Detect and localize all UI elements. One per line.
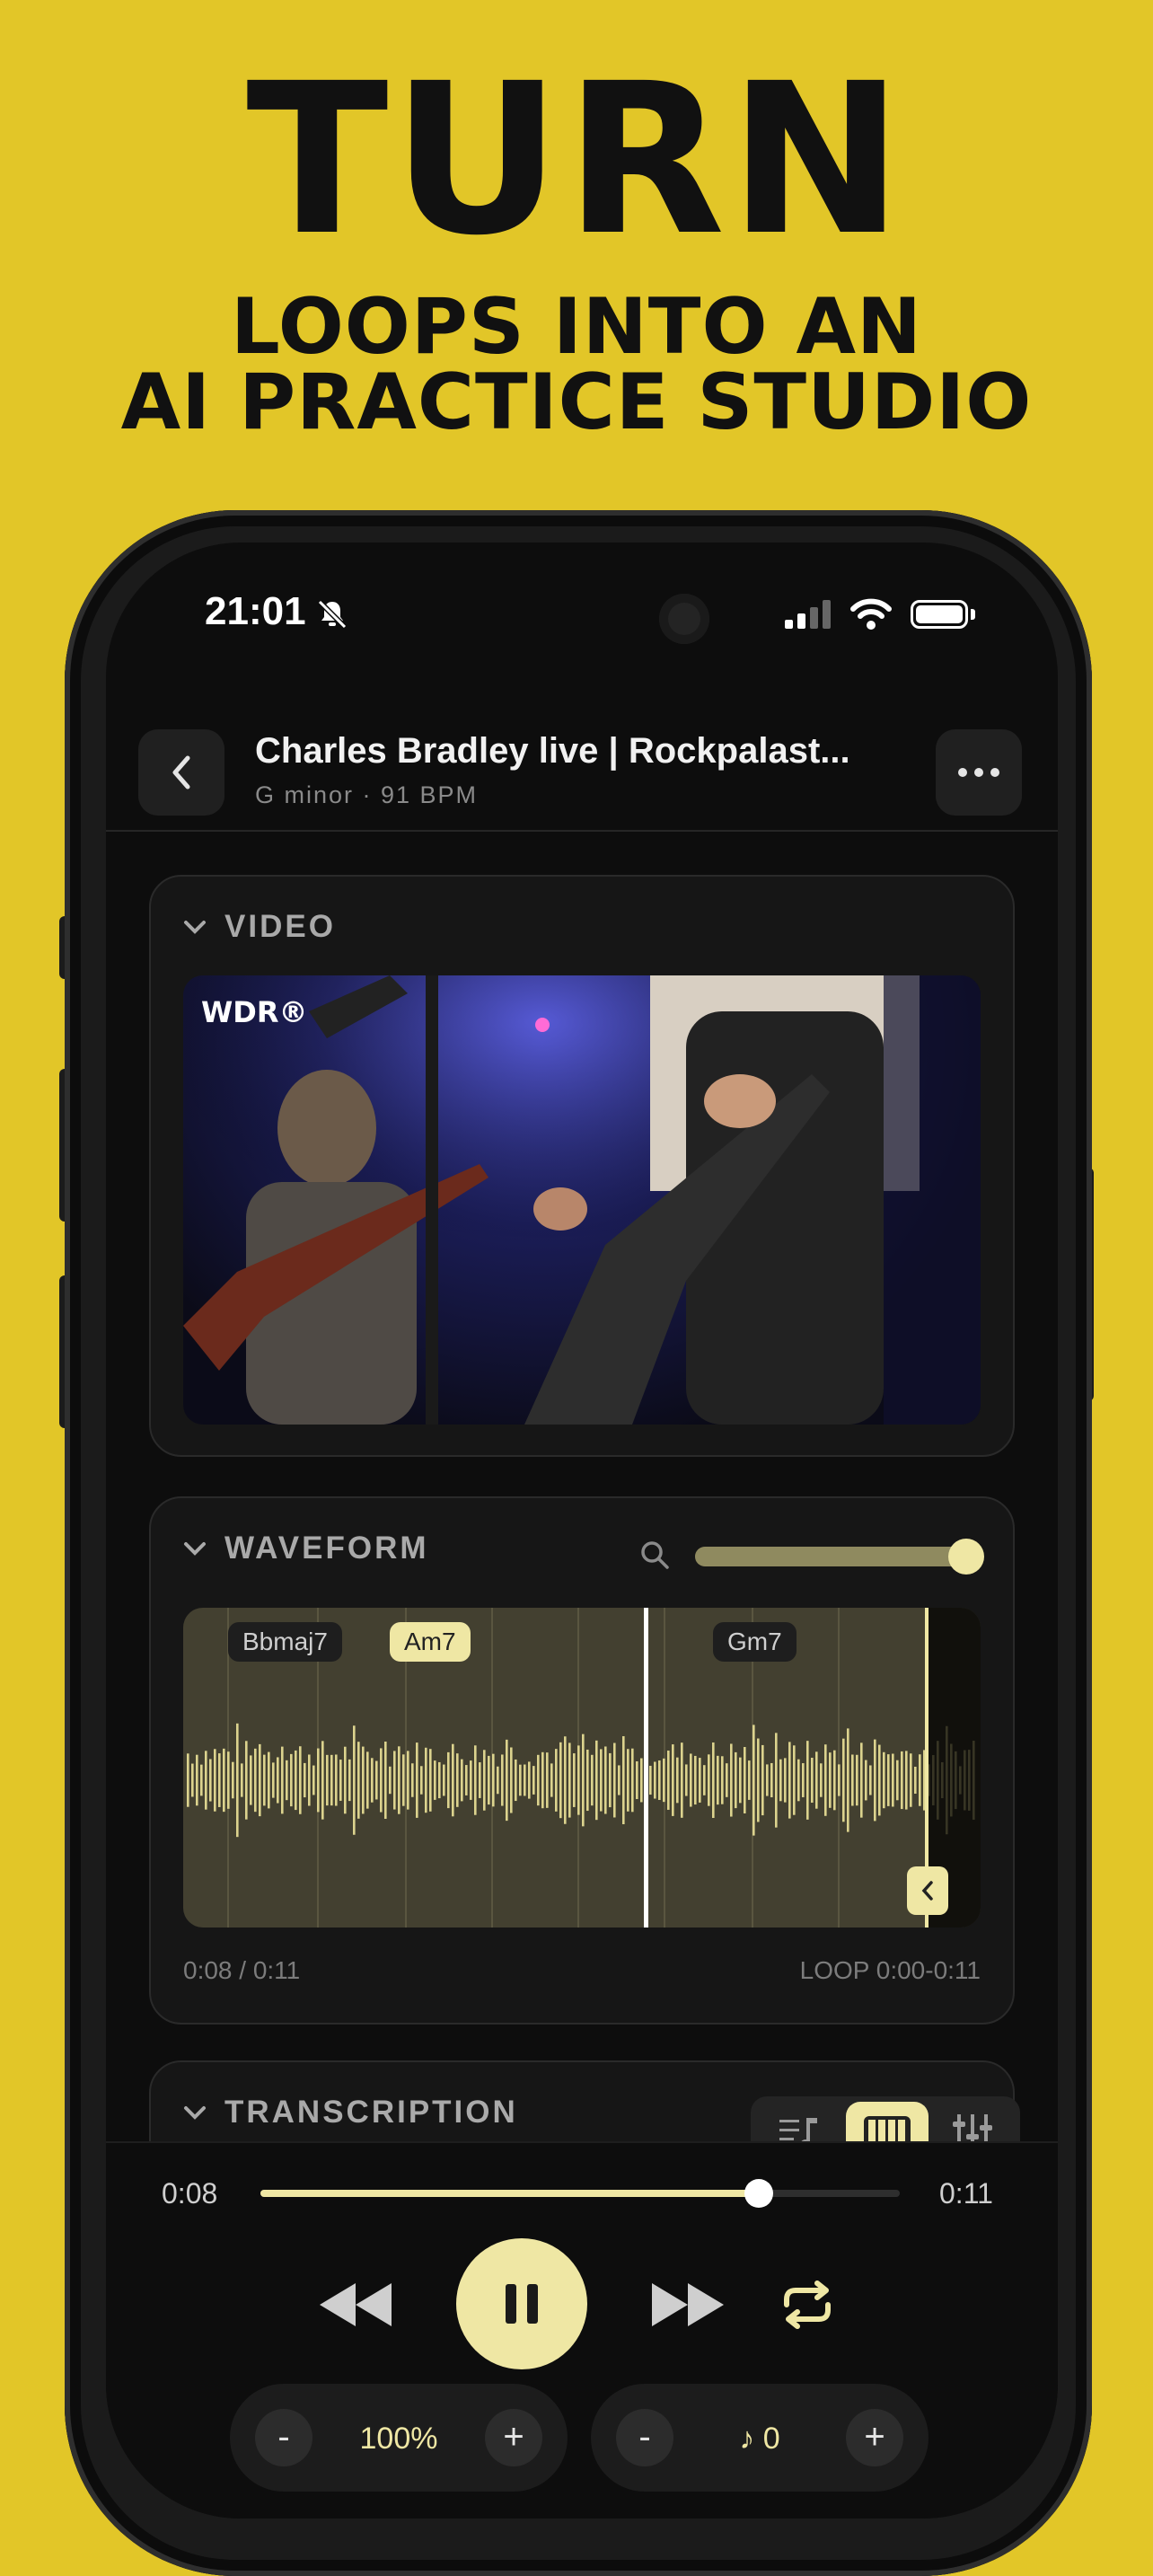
progress-fill	[260, 2190, 760, 2197]
video-section-title: VIDEO	[224, 909, 336, 944]
song-meta: G minor · 91 BPM	[255, 781, 479, 808]
video-card: VIDEO WDR®	[149, 875, 1015, 1457]
loop-range-readout: LOOP 0:00-0:11	[799, 1956, 981, 1984]
pitch-stepper: - ♪ 0 +	[591, 2384, 929, 2492]
front-camera	[659, 594, 709, 644]
rewind-button[interactable]	[318, 2278, 393, 2332]
headline-line-2: AI PRACTICE STUDIO	[120, 357, 1033, 447]
waveform-section-header[interactable]: WAVEFORM	[183, 1531, 429, 1566]
waveform-display[interactable]: Bbmaj7 Am7 Gm7	[183, 1608, 981, 1928]
back-button[interactable]	[138, 729, 224, 816]
pause-button[interactable]	[456, 2238, 587, 2369]
chevron-down-icon	[184, 1542, 206, 1556]
ellipsis-icon	[958, 768, 999, 777]
chevron-left-icon	[921, 1881, 933, 1901]
chord-chip-1[interactable]: Am7	[390, 1622, 471, 1662]
playback-bar: 0:08 0:11 - 100% + - ♪ 0 +	[106, 2141, 1058, 2519]
speed-increase-button[interactable]: +	[485, 2409, 542, 2466]
chevron-down-icon	[184, 921, 206, 934]
video-section-header[interactable]: VIDEO	[183, 909, 336, 945]
transcription-section-title: TRANSCRIPTION	[224, 2095, 518, 2130]
fast-forward-button[interactable]	[650, 2278, 726, 2332]
song-title: Charles Bradley live | Rockpalast...	[255, 731, 850, 771]
battery-icon	[911, 600, 968, 629]
waveform-time-readout: 0:08 / 0:11	[183, 1956, 301, 1984]
more-options-button[interactable]	[936, 729, 1022, 816]
chevron-left-icon	[172, 755, 190, 790]
loop-end-handle[interactable]	[907, 1866, 948, 1915]
signal-icon	[785, 600, 831, 629]
video-watermark: WDR®	[201, 995, 308, 1029]
chord-chip-2[interactable]: Gm7	[713, 1622, 797, 1662]
wifi-icon	[850, 598, 892, 630]
zoom-slider-knob[interactable]	[948, 1539, 985, 1575]
chord-chip-0[interactable]: Bbmaj7	[228, 1622, 342, 1662]
bell-slash-icon	[317, 599, 348, 630]
waveform-section-title: WAVEFORM	[224, 1531, 429, 1566]
battery-tip	[971, 609, 975, 620]
status-bar: 21:01	[106, 543, 1058, 695]
nav-bar: Charles Bradley live | Rockpalast... G m…	[106, 713, 1058, 832]
playhead-line	[644, 1608, 648, 1928]
status-time: 21:01	[205, 589, 306, 633]
loop-toggle-button[interactable]	[779, 2278, 835, 2332]
chevron-down-icon	[184, 2106, 206, 2120]
total-time: 0:11	[939, 2177, 993, 2210]
video-player[interactable]: WDR®	[183, 975, 981, 1425]
pitch-value-text: 0	[762, 2422, 780, 2456]
concert-video-frame	[183, 975, 981, 1425]
zoom-slider[interactable]	[695, 1539, 985, 1575]
music-note-icon: ♪	[739, 2422, 763, 2456]
pitch-increase-button[interactable]: +	[846, 2409, 903, 2466]
transcription-section-header[interactable]: TRANSCRIPTION	[183, 2095, 518, 2130]
current-time: 0:08	[162, 2177, 218, 2210]
waveform-card: WAVEFORM Bbmaj7 Am7 Gm7 0:08 / 0:11 LOOP 0…	[149, 1496, 1015, 2025]
app-screen: 21:01 Charles Bradley live | Rockpalast.…	[106, 543, 1058, 2519]
progress-slider[interactable]	[260, 2179, 900, 2208]
speed-stepper: - 100% +	[230, 2384, 568, 2492]
headline-line-1: LOOPS INTO AN	[230, 282, 923, 372]
progress-knob[interactable]	[744, 2179, 774, 2208]
headline-main: TURN	[246, 39, 907, 281]
search-icon[interactable]	[639, 1539, 670, 1570]
pause-icon	[506, 2284, 538, 2324]
zoom-slider-fill	[695, 1547, 967, 1566]
